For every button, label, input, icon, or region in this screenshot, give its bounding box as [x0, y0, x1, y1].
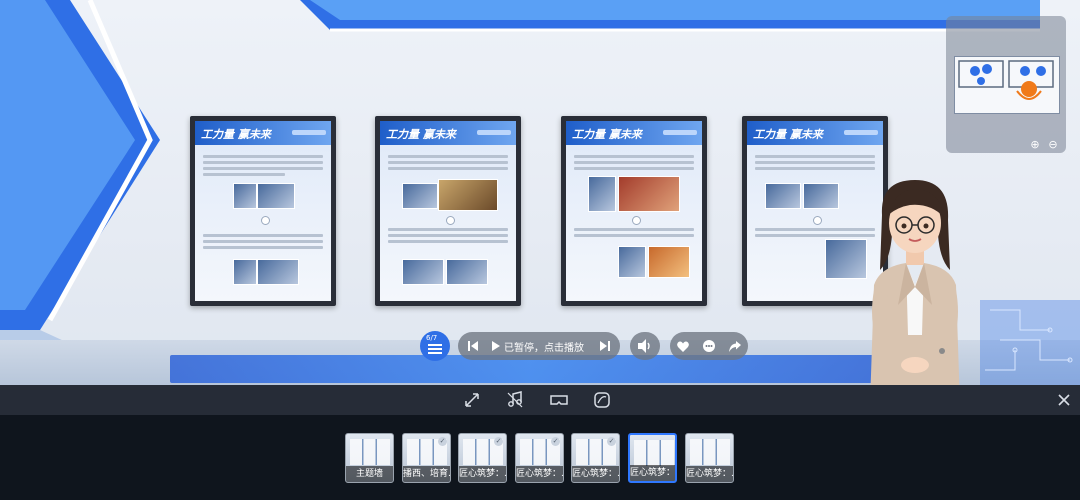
scene-thumbnail[interactable]: 主题墙: [345, 433, 394, 483]
play-status-text[interactable]: 已暂停，点击播放: [504, 339, 584, 354]
scene-thumbnail[interactable]: 匠心筑梦：...: [685, 433, 734, 483]
thumbnail-preview: [690, 439, 730, 465]
thumbnail-label: 匠心筑梦：...: [686, 466, 733, 482]
poster-title: 工力量 赢未来: [753, 128, 823, 141]
visited-check-icon: ✓: [607, 437, 616, 446]
playlist-button[interactable]: 6/7: [420, 331, 450, 361]
scene-thumbnail[interactable]: ✓ 匠心筑梦：...: [458, 433, 507, 483]
like-icon[interactable]: [677, 341, 689, 352]
minimap-panel[interactable]: ⊕ ⊖: [946, 16, 1066, 153]
exhibit-poster-3[interactable]: 工力量 赢未来: [561, 116, 707, 306]
scene-thumbnail[interactable]: ✓ 匠心筑梦：...: [515, 433, 564, 483]
thumbnail-label: 主题墙: [346, 466, 393, 482]
skip-previous-icon[interactable]: [468, 341, 478, 351]
playlist-count: 6/7: [426, 334, 438, 342]
thumbnail-preview: [634, 440, 674, 466]
exhibit-poster-2[interactable]: 工力量 赢未来: [375, 116, 521, 306]
playlist-icon: [428, 344, 442, 354]
visited-check-icon: ✓: [494, 437, 503, 446]
social-actions: [670, 332, 748, 360]
visited-check-icon: ✓: [438, 437, 447, 446]
gyroscope-icon[interactable]: [593, 391, 611, 409]
exhibition-viewport[interactable]: 工力量 赢未来 工力量 赢未来 工力量 赢未来 工力量 赢未来 ⊕ ⊖ 6/7 …: [0, 0, 1080, 385]
minimap-map-icon: [958, 60, 1054, 100]
volume-icon: [638, 339, 650, 353]
view-toolbar: [0, 385, 1080, 415]
scene-thumbnail[interactable]: 匠心筑梦：新芽...: [628, 433, 677, 483]
visited-check-icon: ✓: [551, 437, 560, 446]
thumbnail-label: 匠心筑梦：新芽...: [630, 465, 675, 481]
playback-control[interactable]: 已暂停，点击播放: [458, 332, 620, 360]
thumbnail-label: 匠心筑梦：...: [459, 466, 506, 482]
virtual-guide-avatar[interactable]: [850, 175, 980, 385]
fullscreen-icon[interactable]: [463, 391, 481, 409]
share-icon[interactable]: [729, 340, 741, 352]
poster-title: 工力量 赢未来: [201, 128, 271, 141]
circuit-decoration: [980, 300, 1080, 385]
thumbnail-label: 匠心筑梦：...: [572, 466, 619, 482]
top-wall-decoration: [300, 0, 1040, 32]
comment-icon[interactable]: [703, 340, 715, 352]
zoom-out-icon[interactable]: ⊖: [1046, 138, 1060, 152]
poster-title: 工力量 赢未来: [572, 128, 642, 141]
left-wall-decoration: [0, 0, 160, 385]
thumbnail-label: 播西、培育...: [403, 466, 450, 482]
close-icon[interactable]: [1055, 391, 1073, 409]
music-note-icon[interactable]: [506, 391, 524, 409]
volume-button[interactable]: [630, 332, 660, 360]
minimap-floorplan[interactable]: [954, 56, 1060, 114]
thumbnail-preview: [350, 439, 390, 465]
exhibit-poster-1[interactable]: 工力量 赢未来: [190, 116, 336, 306]
vr-glasses-icon[interactable]: [550, 391, 568, 409]
poster-title: 工力量 赢未来: [386, 128, 456, 141]
skip-next-icon[interactable]: [600, 341, 610, 351]
scene-thumbnail[interactable]: ✓ 播西、培育...: [402, 433, 451, 483]
zoom-in-icon[interactable]: ⊕: [1028, 138, 1042, 152]
thumbnail-label: 匠心筑梦：...: [516, 466, 563, 482]
play-icon[interactable]: [492, 341, 500, 351]
scene-thumbnail[interactable]: ✓ 匠心筑梦：...: [571, 433, 620, 483]
